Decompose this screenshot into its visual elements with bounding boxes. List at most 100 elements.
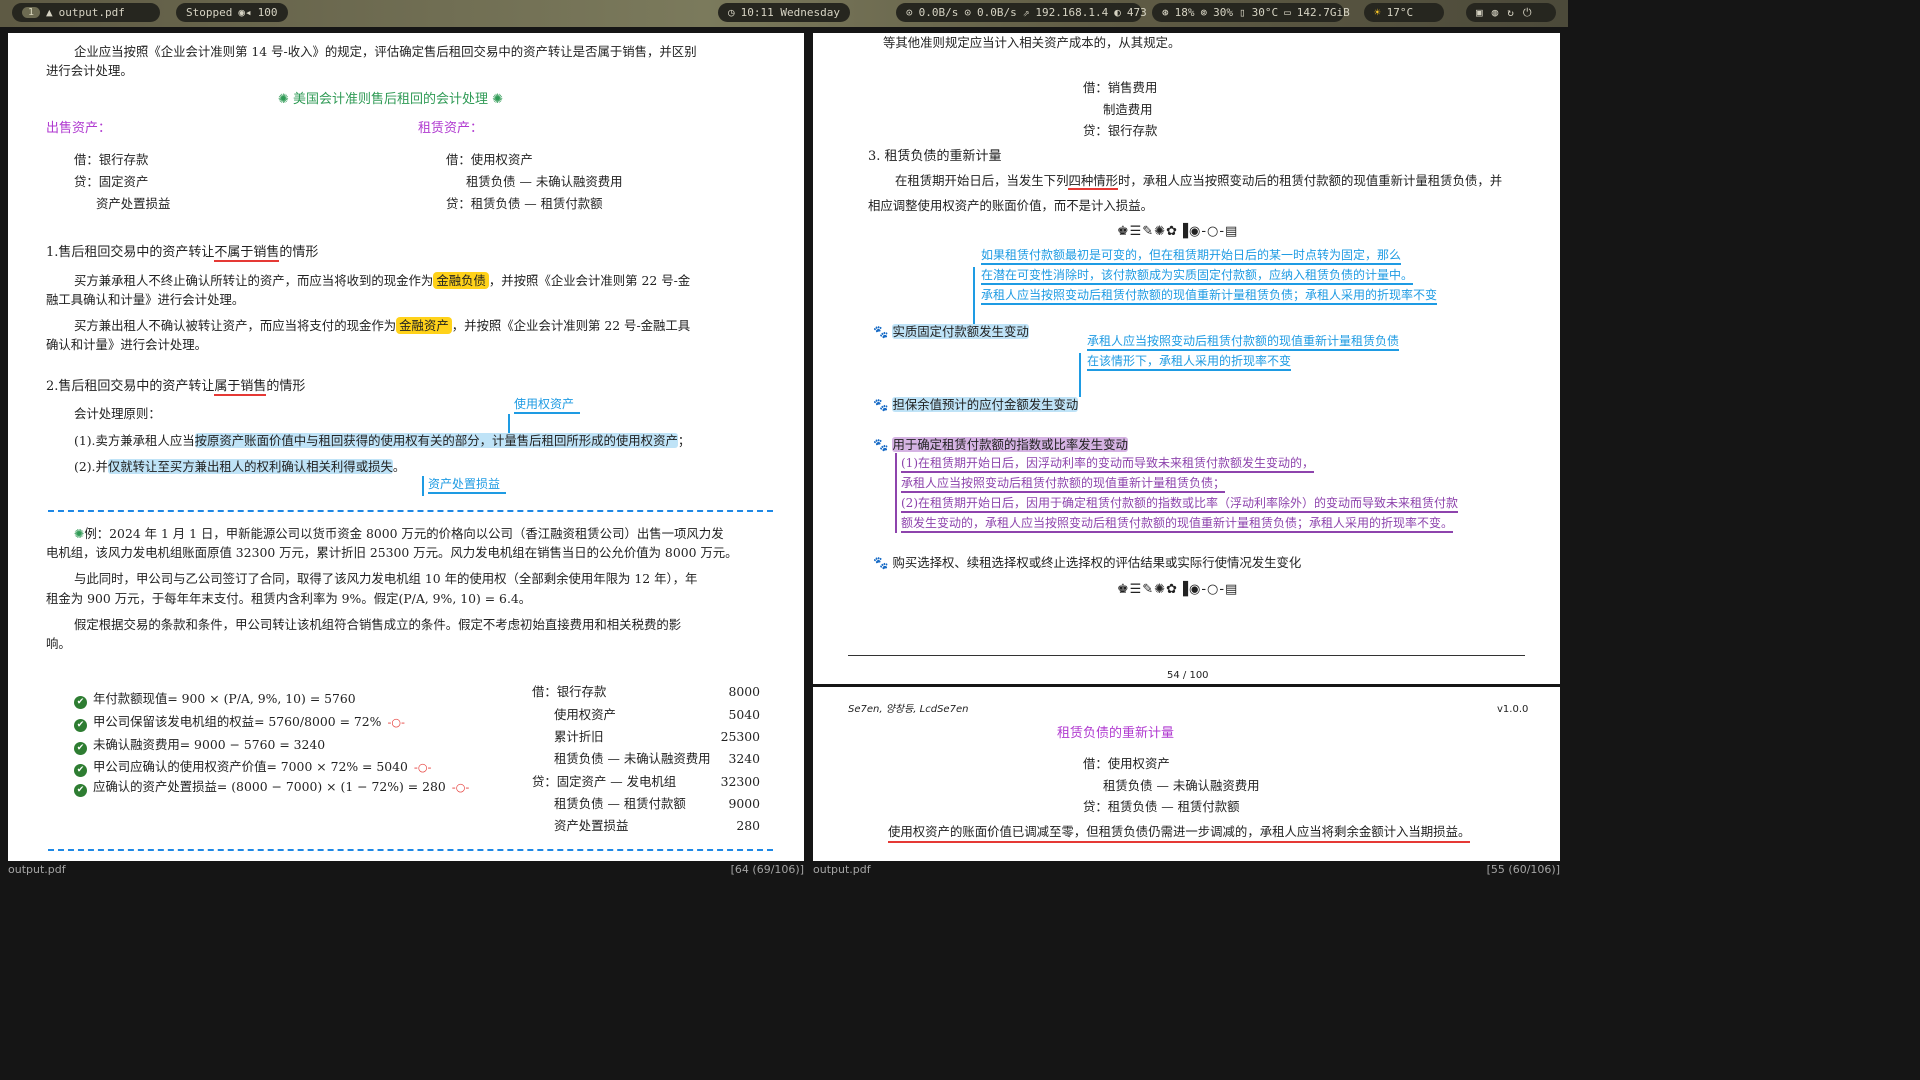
ip-address: 192.168.1.4 [1035,6,1109,19]
section-divider [48,510,773,512]
section-2-heading: 2.售后租回交易中的资产转让属于销售的情形 [46,378,305,396]
system-pill[interactable]: ⊛ 18% ⊚ 30% ▯ 30°C ▭ 142.7GiB [1152,3,1350,22]
case-3-text: 用于确定租赁付款额的指数或比率发生变动 [892,437,1128,452]
para-1a-pre: 买方兼承租人不终止确认所转让的资产，而应当将收到的现金作为 [74,273,434,288]
weather-temp: 17°C [1386,6,1414,19]
calc-text: 甲公司保留该发电机组的权益= 5760/8000 = 72% [93,714,382,729]
us-gaap-heading: ✺ 美国会计准则售后租回的会计处理 ✺ [278,91,503,109]
annotation-arrow [508,414,510,434]
net-up: 0.0B/s [977,6,1017,19]
bug-icon: ✺ [74,526,85,541]
footer-rule [848,655,1525,656]
section-divider [48,849,773,851]
case-3: 🐾 用于确定租赁付款额的指数或比率发生变动 [873,436,1128,454]
section-1-underlined: 不属于销售 [214,245,280,262]
memory-usage: 30% [1213,6,1233,19]
case-1: 🐾 实质固定付款额发生变动 [873,323,1029,341]
power-pill: ▣ ◍ ↻ ⏻ [1466,3,1556,22]
header-authors: Se7en, 양창등, LcdSe7en [848,704,969,715]
journal-account: 累计折旧 [554,729,604,744]
example-text: 例：2024 年 1 月 1 日，甲新能源公司以货币资金 8000 万元的价格向… [84,526,724,541]
lease-entry: 借：使用权资产 [446,152,533,167]
top-status-bar: 1 ▲ output.pdf Stopped ◉◂ 100 ◷ 10:11 We… [0,0,1568,27]
annotation-line: 在该情形下，承租人采用的折现率不变 [1087,353,1292,371]
rule-2: (2).并仅就转让至买方兼出租人的权利确认相关利得或损失。 [74,458,405,476]
journal-amount: 9000 [728,796,760,811]
right-top-line: 等其他准则规定应当计入相关资产成本的，从其规定。 [883,35,1181,50]
para-3-pre: 在租赁期开始日后，当发生下列 [895,173,1069,188]
journal-account: 使用权资产 [554,707,616,722]
clock-pill[interactable]: ◷ 10:11 Wednesday [718,3,850,22]
financial-asset-highlight: 金融资产 [396,317,452,334]
network-icon: ⇗ [1022,6,1030,19]
sale-asset-label: 出售资产： [46,121,112,136]
net-down: 0.0B/s [918,6,959,19]
check-icon: ✔ [74,719,87,732]
section-2-prefix: 2.售后租回交易中的资产转让 [46,379,215,394]
para-3: 在租赁期开始日后，当发生下列四种情形时，承租人应当按照变动后的租赁付款额的现值重… [895,172,1502,190]
lease-entry: 租赁负债 — 未确认融资费用 [466,174,623,189]
right-pdf-next-page[interactable]: Se7en, 양창등, LcdSe7en v1.0.0 租赁负债的重新计量 借：… [813,687,1560,861]
sale-entry: 资产处置损益 [96,196,171,211]
power-icon[interactable]: ⏻ [1523,6,1535,20]
principle-label: 会计处理原则： [74,406,161,421]
annotation-line: 承租人应当按照变动后租赁付款额的现值重新计量租赁负债 [1087,333,1400,351]
network-pill[interactable]: ⊙ 0.0B/s ⊙ 0.0B/s ⇗ 192.168.1.4 ◐ 473 [896,3,1147,22]
check-icon: ✔ [74,696,87,709]
sale-entry: 贷：固定资产 [74,174,149,189]
workspace-indicator[interactable]: 1 [22,7,41,18]
temperature: 30°C [1251,6,1279,19]
palette-icon[interactable]: ◍ [1492,6,1502,19]
intro-line-2: 进行会计处理。 [46,63,133,78]
lock-icon[interactable]: ▣ [1476,6,1486,19]
calc-text: 甲公司应确认的使用权资产价值= 7000 × 72% = 5040 [93,759,408,774]
case-4: 🐾 购买选择权、续租选择权或终止选择权的评估结果或实际行使情况发生变化 [873,554,1301,572]
journal-account: 租赁负债 — 未确认融资费用 [554,751,711,766]
weather-pill[interactable]: ☀ 17°C [1364,3,1444,22]
sun-icon: ☀ [1374,6,1381,19]
window-title-pill[interactable]: 1 ▲ output.pdf [12,3,160,22]
download-icon: ⊙ [906,6,913,19]
right-pdf-page[interactable]: 等其他准则规定应当计入相关资产成本的，从其规定。 借：销售费用 制造费用 贷：银… [813,33,1560,684]
media-pill[interactable]: Stopped ◉◂ 100 [176,3,288,22]
disposal-gain-annotation: 资产处置损益 [428,476,507,494]
lower-entry: 贷：租赁负债 — 租赁付款额 [1083,799,1240,814]
rule-1-pre: (1).卖方兼承租人应当 [74,433,195,448]
four-cases-underlined: 四种情形 [1068,173,1119,190]
journal-amount: 280 [736,818,760,833]
disk-usage: 142.7GiB [1296,6,1350,19]
left-status-file: output.pdf [8,862,66,876]
right-status-file: output.pdf [813,862,871,876]
case-2: 🐾 担保余值预计的应付金额发生变动 [873,396,1079,414]
journal-amount: 32300 [720,774,760,789]
bug-icon: ✺ [492,92,504,107]
page-number: 54 / 100 [1167,670,1209,681]
lease-asset-label: 租赁资产： [418,121,484,136]
para-1b-post: ，并按照《企业会计准则第 22 号-金融工具 [451,318,691,333]
net-extra: 473 [1126,6,1147,19]
calc-text: 年付款额现值= 900 × (P/A, 9%, 10) = 5760 [93,691,356,706]
intro-line-1: 企业应当按照《企业会计准则第 14 号-收入》的规定，评估确定售后租回交易中的资… [74,44,697,59]
journal-amount: 8000 [728,684,760,699]
rule-2-post: 。 [392,459,406,474]
left-pdf-page[interactable]: 企业应当按照《企业会计准则第 14 号-收入》的规定，评估确定售后租回交易中的资… [8,33,804,861]
journal-account: 贷：固定资产 — 发电机组 [532,774,677,789]
annotation-line: 承租人应当按照变动后租赁付款额的现值重新计量租赁负债； [901,475,1226,493]
case-2-text: 担保余值预计的应付金额发生变动 [892,397,1079,412]
clock-text: 10:11 Wednesday [740,6,840,19]
journal-amount: 5040 [728,707,760,722]
check-icon: ✔ [74,764,87,777]
left-status-page: [64 (69/106)] [730,862,804,876]
refresh-icon[interactable]: ↻ [1507,6,1517,19]
rule-1-post: ； [677,433,691,448]
right-status-page: [55 (60/106)] [1486,862,1560,876]
bug-icon: ✺ [278,92,289,107]
rule-1-highlight: 按原资产账面价值中与租回获得的使用权有关的部分，计量售后租回所形成的使用权资产 [194,433,678,448]
right-entry: 制造费用 [1103,102,1153,117]
check-icon: ✔ [74,742,87,755]
rule-2-pre: (2).并 [74,459,108,474]
right-status-bar: output.pdf [55 (60/106)] [813,861,1560,877]
annotation-arrow [1079,353,1081,397]
volume-level: 100 [257,6,278,19]
calc-item: ✔ 年付款额现值= 900 × (P/A, 9%, 10) = 5760 [74,690,356,709]
